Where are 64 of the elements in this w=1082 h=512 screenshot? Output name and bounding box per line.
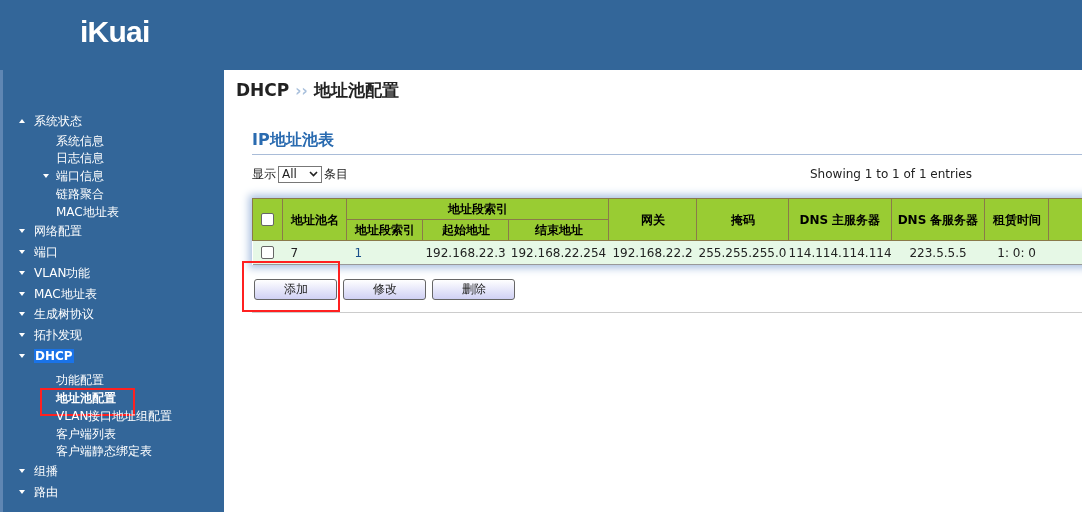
column-header: 掩码	[730, 212, 755, 227]
caret-icon[interactable]	[18, 352, 26, 359]
table-info: Showing 1 to 1 of 1 entries	[810, 166, 972, 183]
length-label: 显示	[252, 166, 276, 183]
caret-icon[interactable]	[18, 311, 26, 318]
chevron-icon	[309, 171, 318, 177]
logo: iKuai	[80, 13, 150, 50]
table-cell: 192.168.22.3	[425, 245, 506, 260]
section-title: IP地址池表	[252, 130, 334, 149]
checkbox[interactable]	[261, 246, 274, 259]
sidebar-item[interactable]: 地址池配置	[56, 392, 116, 405]
table-cell: 192.168.22.2	[612, 245, 693, 260]
length-label: 条目	[324, 166, 348, 183]
checkbox[interactable]	[261, 213, 274, 226]
sidebar-item[interactable]: 拓扑发现	[34, 329, 82, 342]
sidebar-item[interactable]: MAC地址表	[34, 287, 97, 300]
column-header: 起始地址	[441, 223, 490, 237]
sidebar-item[interactable]: MAC地址表	[56, 205, 119, 218]
sidebar-item[interactable]: 链路聚合	[56, 188, 104, 201]
action-button[interactable]: 删除	[432, 278, 515, 300]
breadcrumb-parent[interactable]: DHCP	[236, 78, 290, 104]
caret-icon[interactable]	[18, 488, 26, 495]
caret-icon[interactable]	[18, 290, 26, 297]
sidebar-item[interactable]: 功能配置	[56, 374, 104, 387]
sidebar-item[interactable]: 端口信息	[56, 170, 104, 183]
action-button[interactable]: 修改	[343, 278, 426, 300]
table-cell: 1	[354, 245, 363, 260]
caret-icon[interactable]	[18, 332, 26, 339]
length-select[interactable]: All	[278, 165, 322, 183]
caret-icon[interactable]	[18, 269, 26, 276]
table-cell: 223.5.5.5	[909, 245, 967, 260]
column-header: DNS 主服务器	[799, 212, 881, 227]
sidebar-item[interactable]: 日志信息	[56, 152, 104, 165]
sidebar-item[interactable]: 端口	[34, 245, 58, 258]
column-header: 租赁时间	[992, 212, 1041, 227]
sidebar-item[interactable]: 客户端列表	[56, 427, 116, 440]
sidebar-item[interactable]: 系统信息	[56, 134, 104, 147]
caret-icon[interactable]	[18, 228, 26, 235]
sidebar-item[interactable]: DHCP	[34, 348, 74, 363]
sidebar-item[interactable]: 系统状态	[34, 115, 82, 128]
table-cell: 114.114.114.114	[788, 245, 892, 260]
table-cell: 192.168.22.254	[510, 245, 607, 260]
breadcrumb-separator: ››	[295, 80, 308, 102]
action-button[interactable]: 添加	[254, 278, 337, 300]
column-header: 网关	[640, 212, 665, 227]
caret-icon[interactable]	[18, 248, 26, 255]
caret-icon[interactable]	[18, 118, 26, 125]
sidebar-item[interactable]: 网络配置	[34, 225, 82, 238]
column-header: 地址池名	[290, 212, 339, 227]
column-header: 结束地址	[534, 223, 583, 237]
table-cell: 1: 0: 0	[997, 245, 1036, 260]
table-cell: 7	[290, 245, 299, 260]
page-title: 地址池配置	[313, 79, 399, 103]
sidebar-item[interactable]: 组播	[34, 464, 58, 477]
sidebar-item[interactable]: 客户端静态绑定表	[56, 445, 152, 458]
caret-icon[interactable]	[18, 467, 26, 474]
sidebar-item[interactable]: 路由	[34, 485, 58, 498]
sidebar-item[interactable]: 生成树协议	[34, 308, 94, 321]
caret-icon[interactable]	[42, 173, 50, 180]
table-cell: 255.255.255.0	[698, 245, 787, 260]
column-header: DNS 备服务器	[897, 212, 979, 227]
column-header: 地址段索引	[354, 223, 415, 237]
sidebar-item[interactable]: VLAN功能	[34, 266, 91, 279]
column-group-header: 地址段索引	[447, 202, 508, 216]
